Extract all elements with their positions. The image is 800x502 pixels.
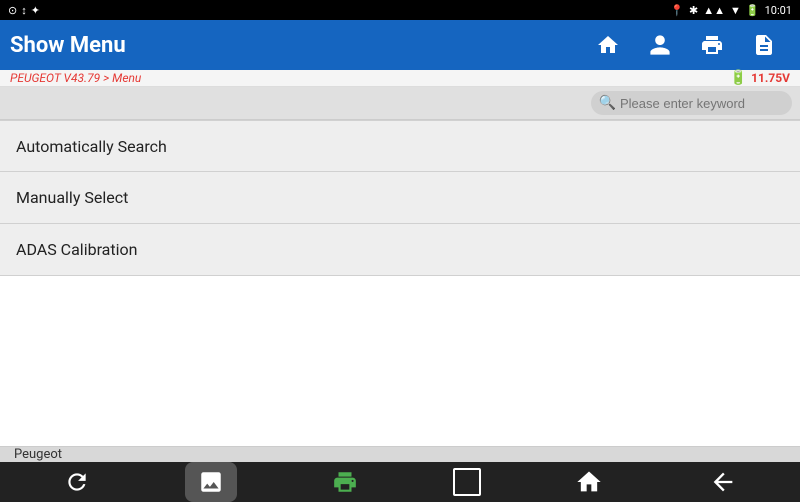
battery-icon-status: 🔋 [746, 4, 760, 17]
signal-icon: ▲▲ [703, 4, 725, 17]
file-button[interactable] [738, 20, 790, 70]
search-wrapper[interactable]: 🔍 [591, 91, 792, 115]
status-left-icons: ⊙ ↕ ✦ [8, 4, 40, 17]
bottom-nav [0, 462, 800, 502]
battery-voltage: 🔋 11.75V [730, 70, 790, 86]
back-button[interactable] [697, 462, 749, 502]
search-input[interactable] [620, 96, 780, 111]
user-button[interactable] [634, 20, 686, 70]
clock: 10:01 [765, 4, 792, 17]
image-button[interactable] [185, 462, 237, 502]
menu-item-manually-select[interactable]: Manually Select [0, 172, 800, 224]
menu-list: Automatically Search Manually Select ADA… [0, 120, 800, 276]
status-icon-3: ✦ [31, 4, 40, 17]
refresh-button[interactable] [51, 462, 103, 502]
page-title: Show Menu [10, 33, 572, 58]
home-nav-button[interactable] [563, 462, 615, 502]
bluetooth-icon: ✱ [689, 4, 698, 17]
search-bar: 🔍 [0, 87, 800, 120]
status-icon-1: ⊙ [8, 4, 17, 17]
wifi-icon: ▼ [730, 4, 741, 17]
status-right-icons: 📍 ✱ ▲▲ ▼ 🔋 10:01 [670, 4, 792, 17]
menu-item-auto-search[interactable]: Automatically Search [0, 120, 800, 172]
search-icon: 🔍 [599, 95, 616, 111]
voltage-value: 11.75V [751, 71, 790, 85]
content-area [0, 276, 800, 446]
square-button[interactable] [453, 468, 481, 496]
print-button[interactable] [686, 20, 738, 70]
location-icon: 📍 [670, 4, 684, 17]
header-icon-group [582, 20, 790, 70]
print-green-button[interactable] [319, 462, 371, 502]
battery-warning-icon: 🔋 [730, 70, 747, 86]
home-button[interactable] [582, 20, 634, 70]
app-header: Show Menu [0, 20, 800, 70]
breadcrumb-bar: PEUGEOT V43.79 > Menu 🔋 11.75V [0, 70, 800, 87]
breadcrumb: PEUGEOT V43.79 > Menu [10, 71, 141, 85]
status-bar: ⊙ ↕ ✦ 📍 ✱ ▲▲ ▼ 🔋 10:01 [0, 0, 800, 20]
menu-item-adas-calibration[interactable]: ADAS Calibration [0, 224, 800, 276]
footer-label: Peugeot [0, 446, 800, 462]
status-icon-2: ↕ [21, 4, 27, 17]
